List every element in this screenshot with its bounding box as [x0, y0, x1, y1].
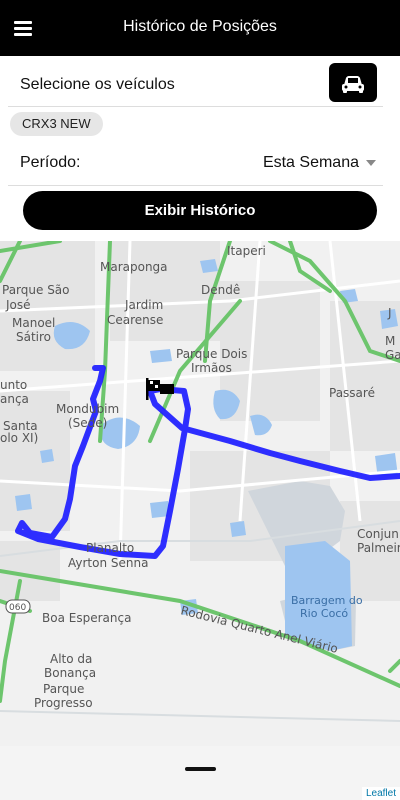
map-label: Boa Esperança: [42, 611, 131, 625]
map-label: Itaperi: [227, 244, 266, 258]
car-icon: [342, 76, 364, 93]
map-label: Passaré: [329, 386, 375, 400]
map-label: Cearense: [107, 313, 163, 327]
map-label: Dendê: [201, 283, 240, 297]
map-label: ança: [0, 392, 29, 406]
app-header: Histórico de Posições: [0, 0, 400, 56]
divider: [8, 185, 383, 186]
map-view[interactable]: Itaperi Maraponga Parque São José Jardim…: [0, 241, 400, 746]
map-label: Ga: [385, 348, 400, 362]
map-label: (Sede): [68, 416, 107, 430]
chevron-down-icon: [366, 159, 376, 166]
map-label: Planalto: [86, 541, 134, 555]
map-label: Jardim: [124, 298, 163, 312]
map-label: José: [5, 298, 31, 312]
map-label: Manoel: [12, 316, 55, 330]
page-title: Histórico de Posições: [123, 18, 277, 35]
select-vehicles-button[interactable]: [329, 63, 377, 102]
period-label: Período:: [20, 154, 81, 171]
road-shield: 060: [9, 603, 26, 613]
map-label: Ayrton Senna: [68, 556, 148, 570]
map-label: Mondubim: [56, 402, 119, 416]
map-label: Alto da: [50, 652, 92, 666]
period-selected-value: Esta Semana: [262, 154, 359, 171]
map-label: Parque: [43, 682, 84, 696]
map-label: Palmeir: [357, 541, 400, 555]
divider: [8, 106, 383, 107]
map-label: Progresso: [34, 696, 93, 710]
map-label: unto: [0, 378, 27, 392]
map-label: M: [385, 334, 395, 348]
map-label: Bonança: [44, 666, 96, 680]
period-dropdown[interactable]: Esta Semana: [263, 154, 376, 172]
map-label: Conjun: [357, 527, 399, 541]
map-label: Parque Dois: [176, 347, 247, 361]
map-label: Sátiro: [16, 330, 51, 344]
drawer-handle[interactable]: [185, 767, 216, 771]
map-label: Rio Cocó: [300, 607, 348, 620]
selected-vehicle-chip[interactable]: CRX3 NEW: [10, 112, 103, 136]
map-canvas[interactable]: Itaperi Maraponga Parque São José Jardim…: [0, 241, 400, 746]
map-label: Parque São: [2, 283, 70, 297]
map-label: olo XI): [0, 431, 38, 445]
show-history-button[interactable]: Exibir Histórico: [23, 191, 377, 230]
map-label: J: [387, 306, 392, 320]
bottom-drawer[interactable]: Leaflet: [0, 746, 400, 800]
vehicle-selector-label: Selecione os veículos: [20, 76, 175, 93]
map-label: Irmãos: [191, 361, 232, 375]
leaflet-attribution-link[interactable]: Leaflet: [361, 787, 400, 800]
map-label: Maraponga: [100, 260, 168, 274]
map-label: Barragem do: [291, 594, 363, 607]
